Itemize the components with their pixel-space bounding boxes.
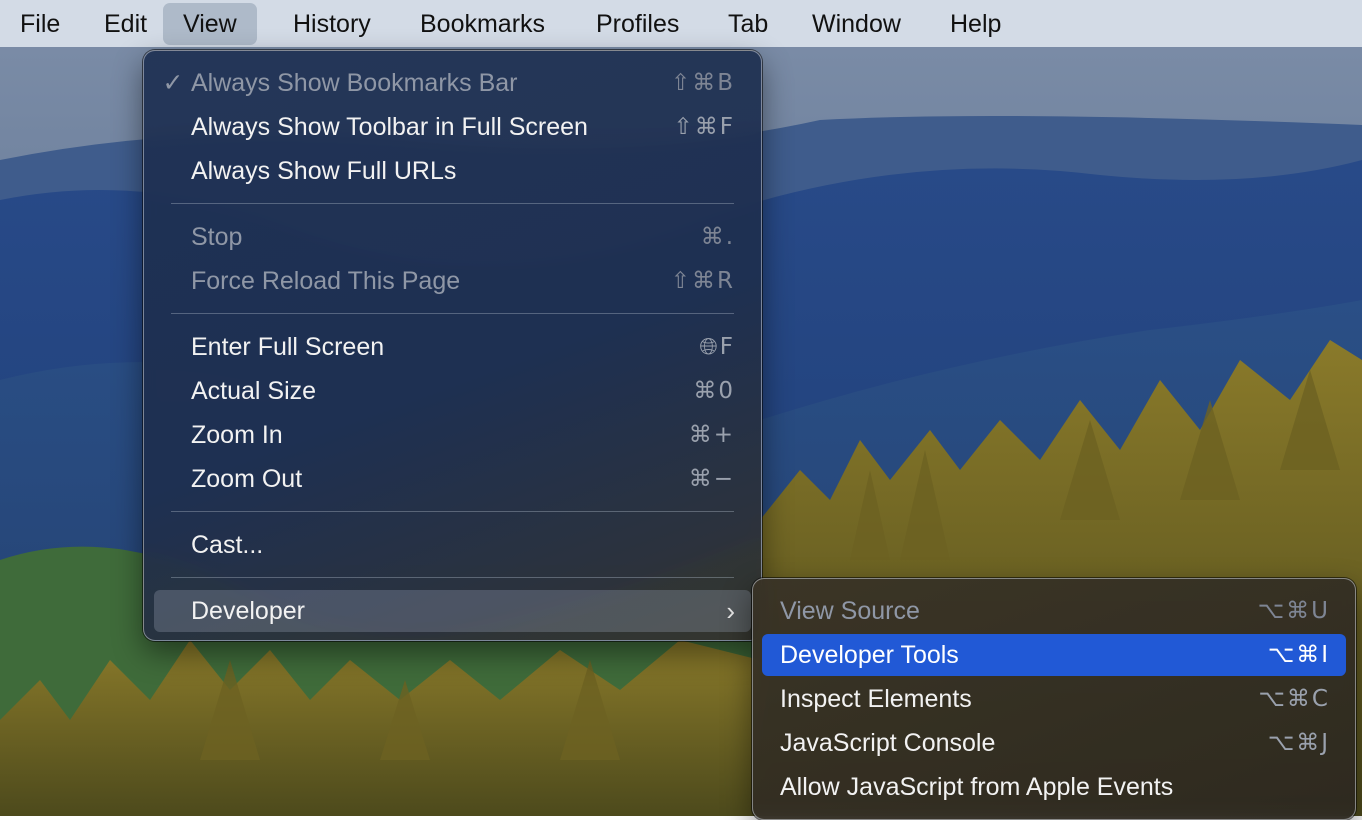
- shortcut-label: ⌥⌘I: [1267, 642, 1330, 668]
- menu-item-developer[interactable]: Developer ›: [154, 590, 751, 632]
- menu-item-view-source[interactable]: View Source ⌥⌘U: [762, 590, 1346, 632]
- menu-item-cast[interactable]: Cast...: [154, 524, 751, 566]
- menu-item-actual-size[interactable]: Actual Size ⌘0: [154, 370, 751, 412]
- menu-item-stop[interactable]: Stop ⌘.: [154, 216, 751, 258]
- menu-item-label: Zoom In: [191, 421, 283, 449]
- menu-item-always-show-full-urls[interactable]: Always Show Full URLs: [154, 150, 751, 192]
- menu-item-allow-javascript-apple-events[interactable]: Allow JavaScript from Apple Events: [762, 766, 1346, 808]
- menu-item-always-show-toolbar[interactable]: Always Show Toolbar in Full Screen ⇧⌘F: [154, 106, 751, 148]
- menu-separator: [171, 577, 734, 578]
- menu-item-developer-tools[interactable]: Developer Tools ⌥⌘I: [762, 634, 1346, 676]
- shortcut-label: ⇧⌘B: [670, 70, 735, 96]
- menubar-item-tab[interactable]: Tab: [708, 3, 788, 45]
- shortcut-label: ⌥⌘U: [1257, 598, 1330, 624]
- checkmark-icon: ✓: [162, 69, 184, 97]
- shortcut-label: ⇧⌘F: [673, 114, 735, 140]
- menu-item-javascript-console[interactable]: JavaScript Console ⌥⌘J: [762, 722, 1346, 764]
- shortcut-label: 🌐︎F: [699, 334, 735, 360]
- menu-item-label: Stop: [191, 223, 243, 251]
- menu-item-label: View Source: [780, 597, 920, 625]
- menu-item-label: Allow JavaScript from Apple Events: [780, 773, 1174, 801]
- shortcut-label: ⌘0: [693, 378, 735, 404]
- menubar-item-file[interactable]: File: [0, 3, 80, 45]
- shortcut-label: ⌥⌘C: [1258, 686, 1330, 712]
- menu-item-label: Developer: [191, 597, 305, 625]
- menubar-item-history[interactable]: History: [273, 3, 391, 45]
- menu-item-label: Force Reload This Page: [191, 267, 461, 295]
- menu-item-label: Always Show Full URLs: [191, 157, 457, 185]
- menu-item-zoom-in[interactable]: Zoom In ⌘+: [154, 414, 751, 456]
- menu-item-label: Cast...: [191, 531, 264, 559]
- menu-item-label: Developer Tools: [780, 641, 959, 669]
- menu-item-label: Inspect Elements: [780, 685, 972, 713]
- menu-separator: [171, 203, 734, 204]
- menu-separator: [171, 313, 734, 314]
- menu-item-label: Always Show Bookmarks Bar: [191, 69, 518, 97]
- menubar-item-window[interactable]: Window: [792, 3, 921, 45]
- chevron-right-icon: ›: [726, 596, 735, 626]
- view-menu: ✓ Always Show Bookmarks Bar ⇧⌘B Always S…: [143, 50, 762, 641]
- developer-submenu: View Source ⌥⌘U Developer Tools ⌥⌘I Insp…: [752, 578, 1356, 820]
- menubar-item-edit[interactable]: Edit: [84, 3, 167, 45]
- menubar-item-bookmarks[interactable]: Bookmarks: [400, 3, 565, 45]
- shortcut-label: ⌘+: [688, 422, 735, 448]
- menu-item-force-reload[interactable]: Force Reload This Page ⇧⌘R: [154, 260, 751, 302]
- menu-item-always-show-bookmarks-bar[interactable]: ✓ Always Show Bookmarks Bar ⇧⌘B: [154, 62, 751, 104]
- shortcut-label: ⌘.: [700, 224, 735, 250]
- menu-item-label: Zoom Out: [191, 465, 303, 493]
- menu-item-label: Actual Size: [191, 377, 317, 405]
- menu-item-inspect-elements[interactable]: Inspect Elements ⌥⌘C: [762, 678, 1346, 720]
- shortcut-label: ⇧⌘R: [670, 268, 735, 294]
- menu-separator: [171, 511, 734, 512]
- menu-item-zoom-out[interactable]: Zoom Out ⌘−: [154, 458, 751, 500]
- menu-item-label: Always Show Toolbar in Full Screen: [191, 113, 588, 141]
- menu-bar: File Edit View History Bookmarks Profile…: [0, 0, 1362, 47]
- menu-item-label: Enter Full Screen: [191, 333, 385, 361]
- shortcut-label: ⌘−: [688, 466, 735, 492]
- shortcut-label: ⌥⌘J: [1267, 730, 1330, 756]
- menubar-item-view[interactable]: View: [163, 3, 257, 45]
- menubar-item-help[interactable]: Help: [930, 3, 1021, 45]
- menu-item-label: JavaScript Console: [780, 729, 996, 757]
- menubar-item-profiles[interactable]: Profiles: [576, 3, 699, 45]
- menu-item-enter-full-screen[interactable]: Enter Full Screen 🌐︎F: [154, 326, 751, 368]
